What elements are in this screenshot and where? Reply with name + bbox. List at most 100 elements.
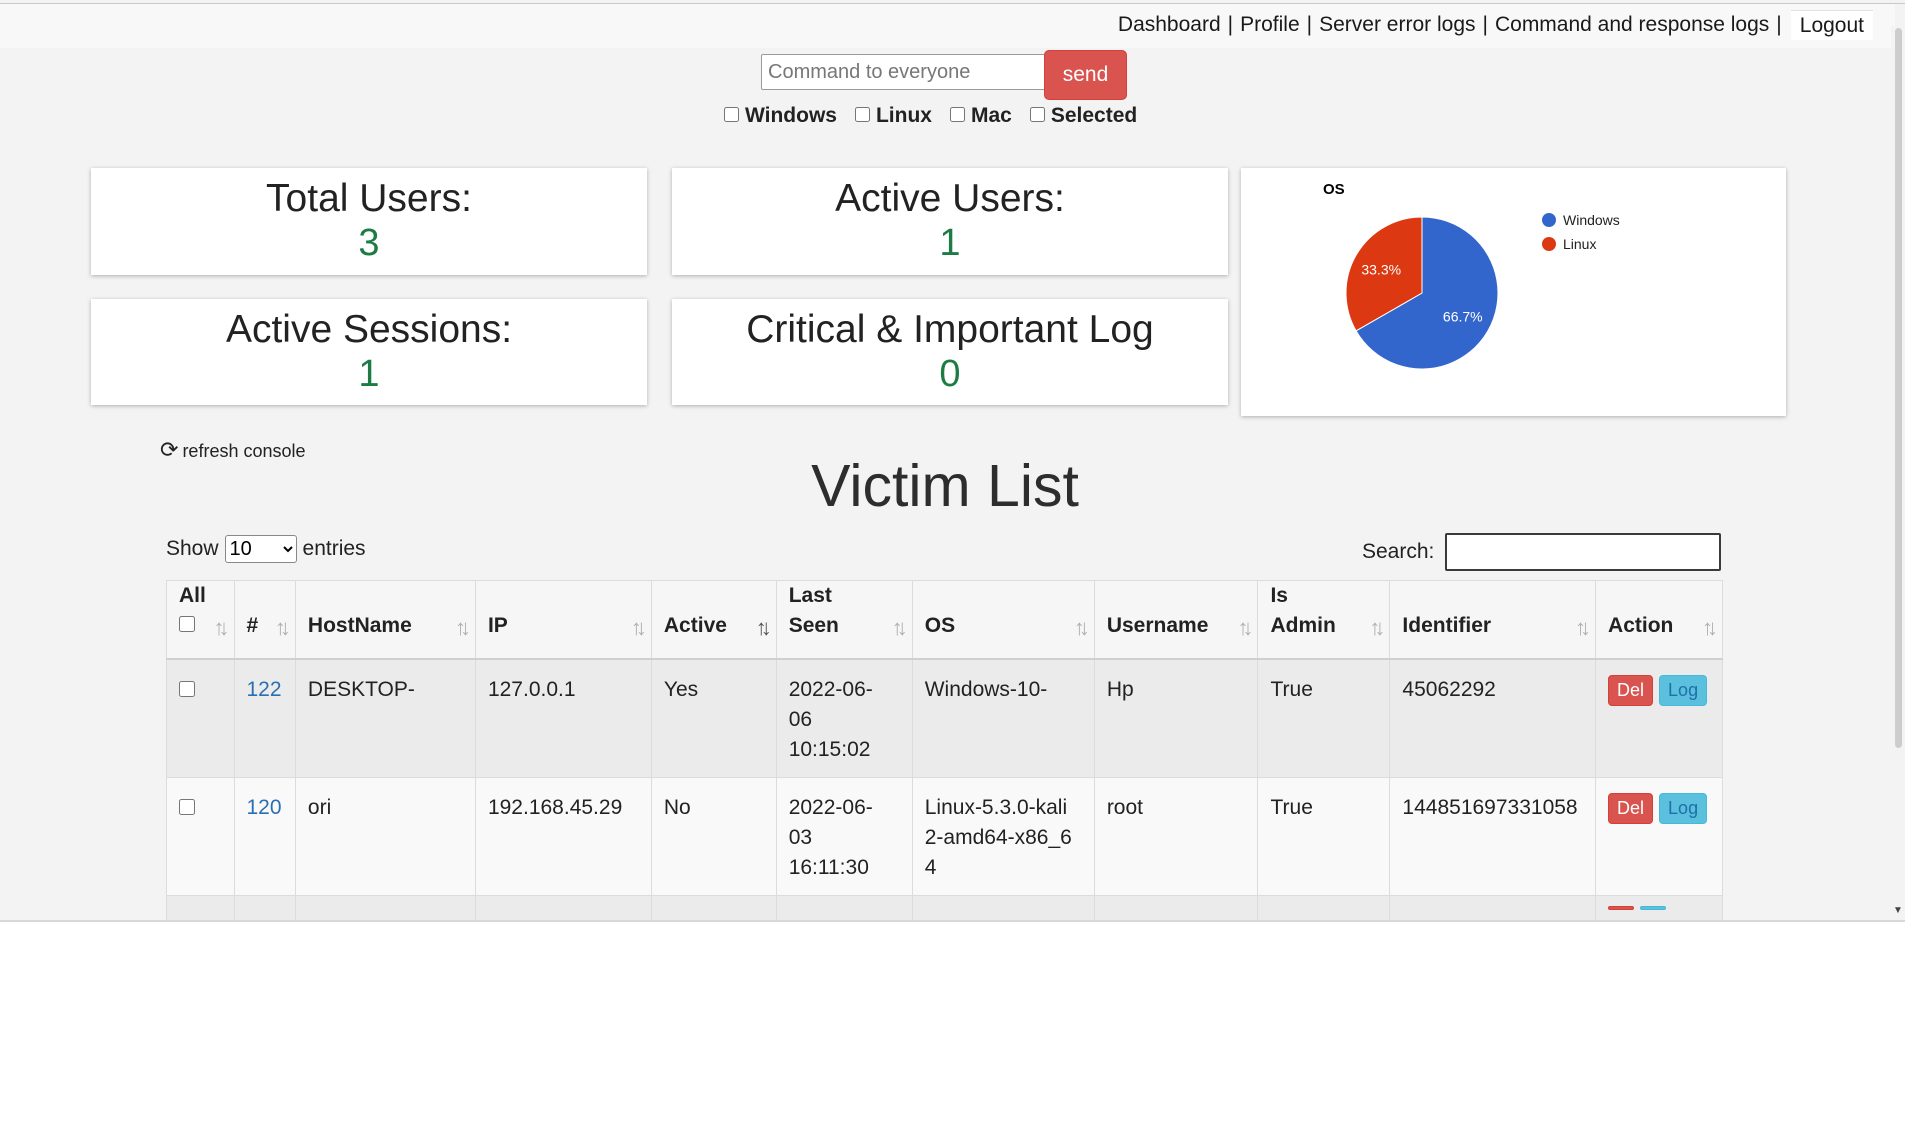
row-checkbox[interactable]	[179, 799, 195, 815]
target-mac[interactable]: Mac	[949, 104, 1012, 128]
col-os-label: OS	[924, 614, 956, 637]
nav-separator: |	[1482, 13, 1488, 36]
last-seen-text: 2022-06-03 16:11:30	[788, 796, 873, 879]
col-hostname[interactable]: HostName ↑↓	[294, 580, 476, 660]
col-last-seen[interactable]: Last Seen ↑↓	[775, 580, 913, 660]
os-cell	[911, 895, 1095, 920]
col-identifier[interactable]: Identifier ↑↓	[1389, 580, 1597, 660]
col-active[interactable]: Active ↑↓	[650, 580, 777, 660]
active-cell	[650, 895, 777, 920]
nav-dashboard-link[interactable]: Dashboard	[1118, 13, 1221, 37]
mac-label: Mac	[970, 104, 1012, 127]
victim-id-link[interactable]: 122	[247, 678, 282, 701]
sort-icon[interactable]: ↑↓	[1237, 613, 1253, 643]
username-cell	[1093, 895, 1259, 920]
command-input[interactable]	[761, 54, 1067, 90]
row-select-cell	[166, 658, 235, 778]
nav-server-error-logs-link[interactable]: Server error logs	[1319, 13, 1475, 37]
linux-checkbox[interactable]	[854, 106, 870, 122]
windows-checkbox[interactable]	[724, 106, 739, 122]
col-identifier-label: Identifier	[1402, 614, 1492, 637]
col-all[interactable]: All ↑↓	[166, 580, 235, 660]
target-linux[interactable]: Linux	[854, 104, 932, 128]
identifier-cell	[1389, 895, 1597, 920]
select-all-checkbox[interactable]	[179, 616, 195, 632]
os-cell: Linux-5.3.0-kali2-amd64-x86_64	[911, 777, 1095, 896]
row-checkbox[interactable]	[179, 681, 195, 697]
last-seen-text: 2022-06-06 10:15:02	[788, 678, 873, 761]
table-row: 120 ori 192.168.45.29 No 2022-06-03 16:1…	[166, 777, 1723, 896]
identifier-cell: 144851697331058	[1389, 777, 1597, 896]
table-row: 122 DESKTOP- 127.0.0.1 Yes 2022-06-06 10…	[166, 658, 1723, 778]
log-button[interactable]: Log	[1659, 675, 1708, 706]
nav-profile-link[interactable]: Profile	[1240, 13, 1300, 37]
os-chart-card: OS 66.7% Windows 33.3% Linux	[1241, 168, 1786, 416]
target-windows[interactable]: Windows	[724, 104, 837, 128]
active-cell: Yes	[650, 658, 777, 778]
active-sessions-label: Active Sessions:	[225, 308, 513, 351]
sort-icon[interactable]: ↑↓	[275, 613, 291, 643]
col-ip[interactable]: IP ↑↓	[474, 580, 652, 660]
mac-checkbox[interactable]	[949, 106, 965, 122]
page-title: Victim List	[811, 453, 1079, 519]
sort-icon[interactable]: ↑↓	[1575, 613, 1591, 643]
col-is-admin[interactable]: Is Admin ↑↓	[1257, 580, 1391, 660]
sort-icon[interactable]: ↑↓	[1369, 613, 1385, 643]
legend-label: Linux	[1563, 236, 1596, 252]
entries-select[interactable]: 10	[224, 535, 297, 563]
log-button[interactable]: Log	[1659, 793, 1708, 824]
id-cell	[233, 895, 296, 920]
critical-log-label: Critical & Important Log	[746, 308, 1154, 351]
scrollbar-thumb[interactable]	[1895, 28, 1902, 748]
legend-marker	[1542, 237, 1556, 251]
table-header-row: All ↑↓ # ↑↓ HostName ↑↓ IP ↑↓ Active ↑↓ …	[166, 580, 1723, 660]
show-label: Show	[166, 537, 219, 560]
active-users-card: Active Users: 1	[672, 168, 1228, 275]
sort-icon[interactable]: ↑↓	[455, 613, 471, 643]
identifier-cell: 45062292	[1389, 658, 1597, 778]
hostname-cell: ori	[294, 777, 476, 896]
os-pie-chart: OS 66.7% Windows 33.3% Linux	[1323, 181, 1620, 370]
delete-button[interactable]: Del	[1608, 793, 1654, 824]
last-seen-cell: 2022-06-06 10:15:02	[775, 658, 913, 778]
legend-marker	[1542, 213, 1556, 227]
delete-button[interactable]	[1608, 906, 1635, 910]
delete-button[interactable]: Del	[1608, 675, 1654, 706]
chart-title: OS	[1323, 181, 1345, 198]
col-last-seen-label: Last Seen	[788, 584, 839, 637]
ip-cell: 192.168.45.29	[474, 777, 652, 896]
col-action-label: Action	[1608, 614, 1674, 637]
sort-icon[interactable]: ↑↓	[631, 613, 647, 643]
sort-icon[interactable]: ↑↓	[1702, 613, 1718, 643]
sort-icon[interactable]: ↑↓	[756, 613, 772, 643]
critical-log-value: 0	[939, 353, 961, 395]
target-selected[interactable]: Selected	[1029, 104, 1137, 128]
col-os[interactable]: OS ↑↓	[911, 580, 1095, 660]
col-username[interactable]: Username ↑↓	[1093, 580, 1259, 660]
selected-checkbox[interactable]	[1029, 106, 1045, 122]
sort-icon[interactable]: ↑↓	[214, 613, 230, 643]
col-action[interactable]: Action ↑↓	[1595, 580, 1723, 660]
log-button[interactable]	[1640, 906, 1667, 910]
nav-separator: |	[1227, 13, 1234, 36]
scroll-down-arrow-icon[interactable]: ▼	[1893, 905, 1903, 916]
nav-command-logs-link[interactable]: Command and response logs	[1495, 13, 1769, 37]
sort-icon[interactable]: ↑↓	[1074, 613, 1090, 643]
search-input[interactable]	[1445, 533, 1722, 571]
os-text: Linux-5.3.0-kali2-amd64-x86_64	[924, 796, 1072, 879]
victim-table: All ↑↓ # ↑↓ HostName ↑↓ IP ↑↓ Active ↑↓ …	[166, 580, 1723, 920]
sort-icon[interactable]: ↑↓	[892, 613, 908, 643]
legend-label: Windows	[1563, 212, 1620, 228]
action-cell	[1595, 895, 1723, 920]
nav-separator: |	[1776, 13, 1782, 36]
hostname-cell: DESKTOP-	[294, 658, 476, 778]
pie-slice-label: 33.3%	[1361, 261, 1401, 277]
send-button[interactable]: send	[1044, 50, 1127, 100]
col-id[interactable]: # ↑↓	[233, 580, 296, 660]
active-sessions-value: 1	[358, 353, 380, 395]
col-all-label: All	[179, 584, 206, 607]
page-scrollbar[interactable]: ▼	[1891, 26, 1905, 920]
linux-label: Linux	[875, 104, 932, 127]
logout-link[interactable]: Logout	[1790, 10, 1873, 40]
victim-id-link[interactable]: 120	[247, 796, 282, 819]
